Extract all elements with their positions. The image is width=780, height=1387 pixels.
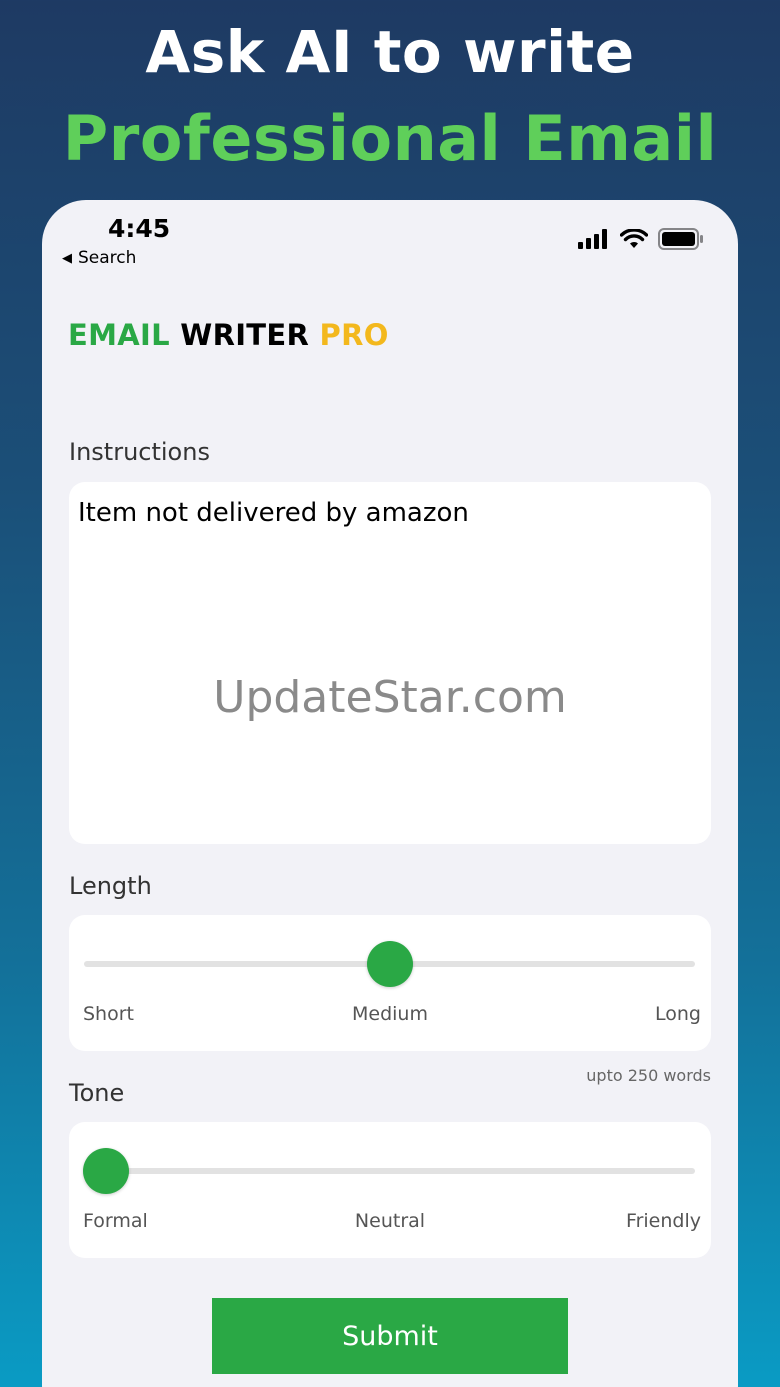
watermark: UpdateStar.com: [213, 672, 567, 723]
headline-line-2: Professional Email: [62, 102, 718, 175]
instructions-textarea[interactable]: Item not delivered by amazon UpdateStar.…: [69, 482, 711, 844]
app-title: EMAIL WRITER PRO: [68, 318, 389, 352]
length-label: Length: [69, 872, 152, 900]
length-slider-thumb[interactable]: [367, 941, 413, 987]
tone-slider-thumb[interactable]: [83, 1148, 129, 1194]
length-slider-card: Short Medium Long: [69, 915, 711, 1051]
back-triangle-icon: ◀: [62, 250, 72, 266]
battery-icon: [658, 228, 703, 250]
cellular-signal-icon: [578, 229, 607, 249]
wifi-icon: [620, 229, 648, 248]
tone-label: Tone: [69, 1079, 125, 1107]
app-title-writer: WRITER: [180, 318, 310, 352]
instructions-label: Instructions: [69, 438, 210, 466]
app-title-email: EMAIL: [68, 318, 170, 352]
tone-option-friendly[interactable]: Friendly: [626, 1210, 701, 1232]
back-label: Search: [78, 248, 137, 268]
phone-screen: 4:45 ◀ Search EMAIL WRITER PRO Instructi…: [42, 200, 738, 1387]
instructions-text: Item not delivered by amazon: [78, 498, 469, 528]
status-icons: [578, 228, 704, 250]
length-word-limit-note: upto 250 words: [586, 1066, 711, 1085]
app-title-pro: PRO: [319, 318, 389, 352]
tone-option-neutral[interactable]: Neutral: [69, 1210, 711, 1232]
length-option-medium[interactable]: Medium: [69, 1003, 711, 1025]
tone-slider-card: Formal Neutral Friendly: [69, 1122, 711, 1258]
back-to-search[interactable]: ◀ Search: [62, 248, 136, 268]
tone-slider-track[interactable]: [84, 1168, 695, 1174]
submit-button[interactable]: Submit: [212, 1298, 568, 1374]
status-time: 4:45: [108, 214, 171, 243]
headline-line-1: Ask AI to write: [145, 18, 635, 86]
length-option-long[interactable]: Long: [655, 1003, 701, 1025]
